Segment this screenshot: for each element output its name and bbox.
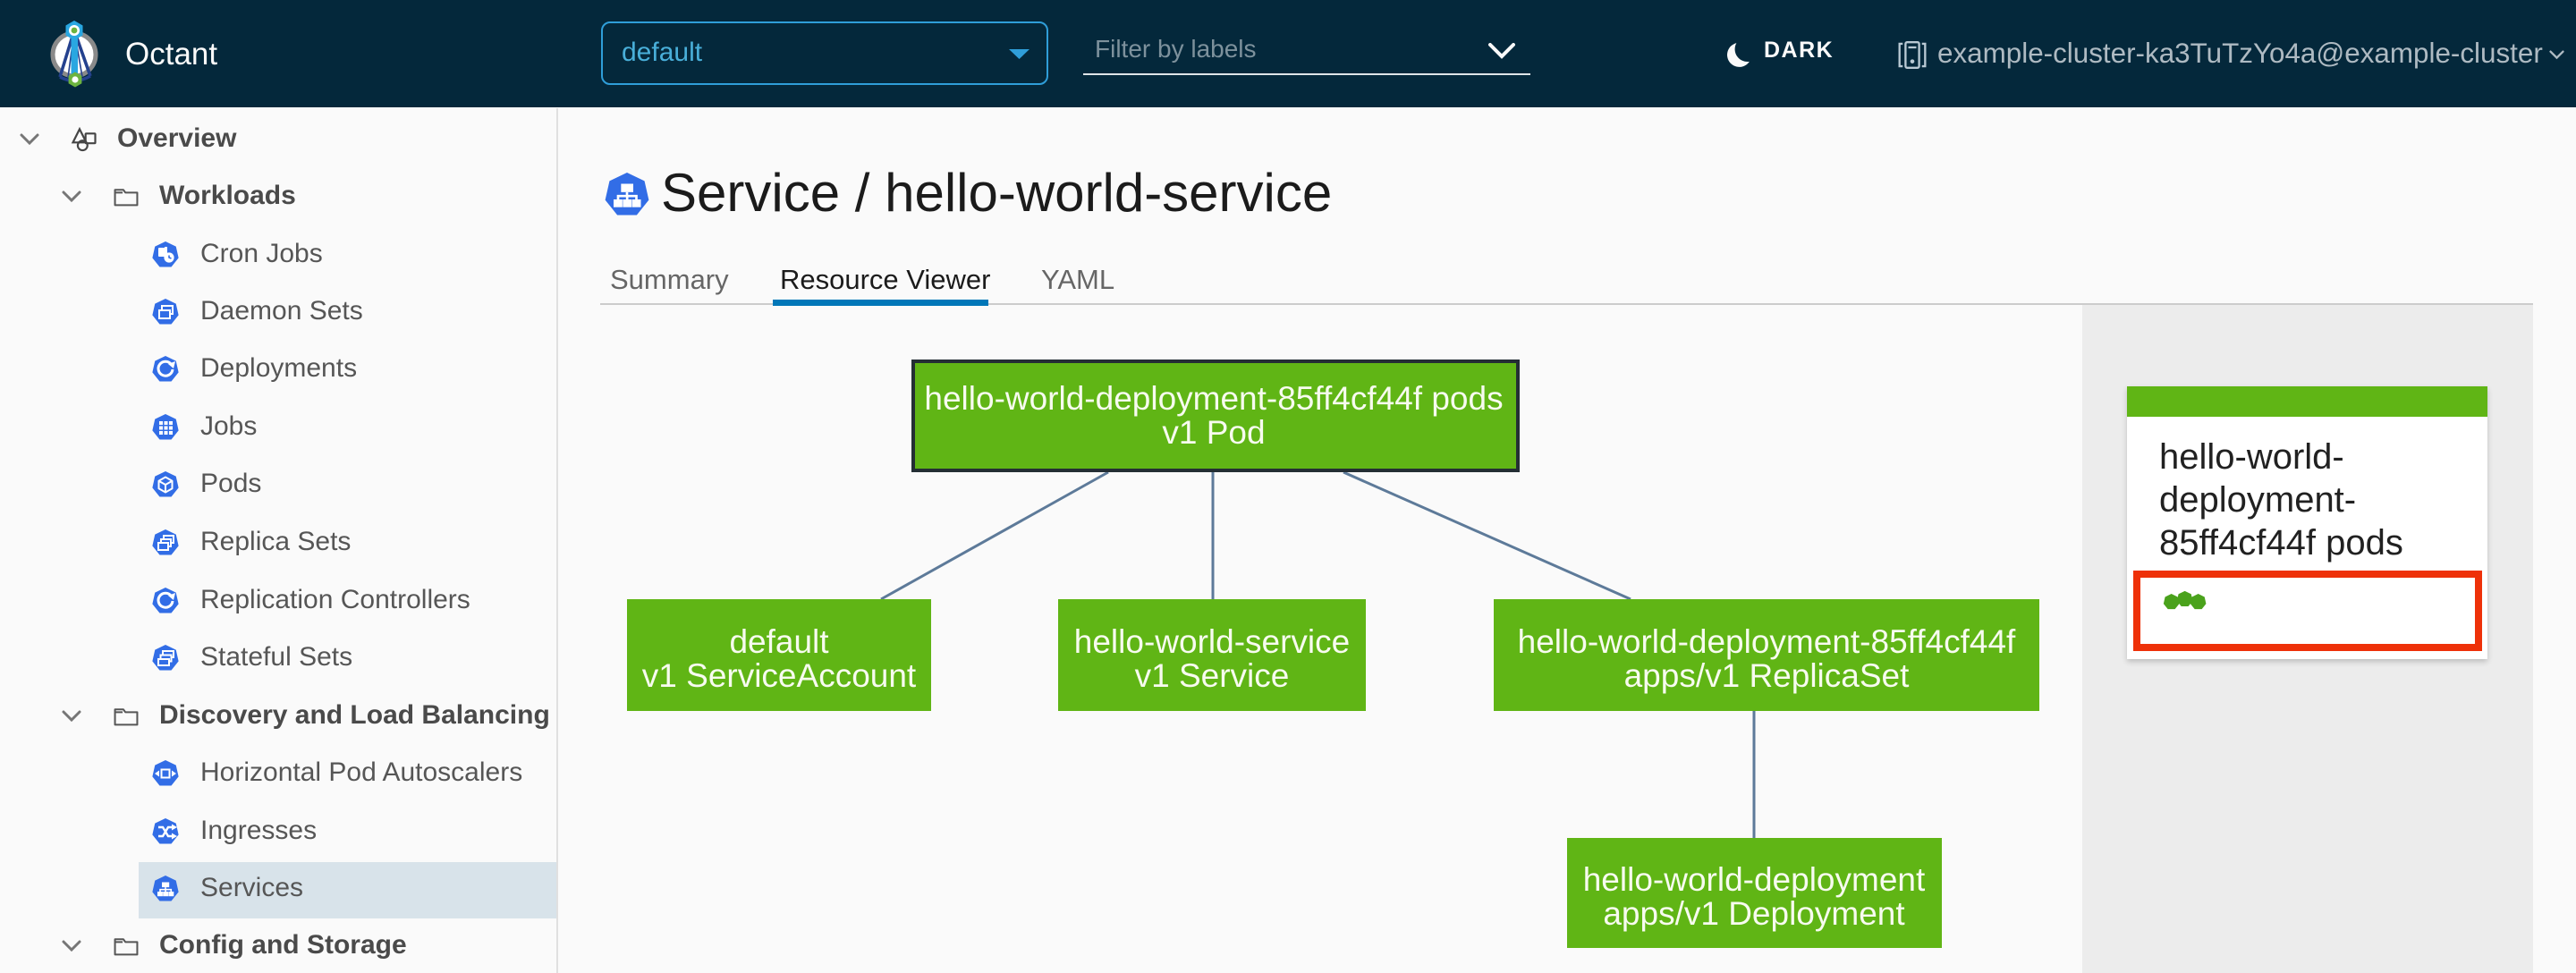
svg-text:hello-world-deployment-85ff4cf: hello-world-deployment-85ff4cf44f pods (924, 380, 1503, 417)
svg-text:v1 Pod: v1 Pod (1162, 414, 1265, 451)
svg-text:hello-world-service: hello-world-service (1074, 623, 1350, 660)
svg-text:default: default (729, 623, 829, 660)
svg-text:v1 ServiceAccount: v1 ServiceAccount (642, 657, 917, 694)
svg-text:v1 Service: v1 Service (1135, 657, 1290, 694)
svg-text:apps/v1 Deployment: apps/v1 Deployment (1603, 895, 1905, 932)
svg-text:hello-world-deployment: hello-world-deployment (1583, 861, 1926, 898)
svg-text:hello-world-deployment-85ff4cf: hello-world-deployment-85ff4cf44f (1518, 623, 2016, 660)
svg-text:apps/v1 ReplicaSet: apps/v1 ReplicaSet (1624, 657, 1911, 694)
